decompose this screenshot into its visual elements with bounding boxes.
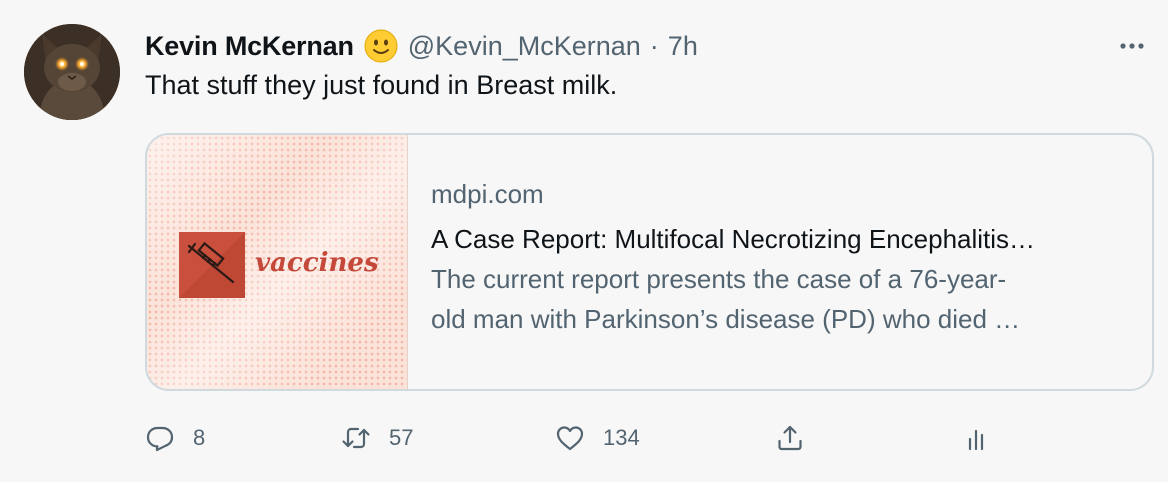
slightly-smiling-face-emoji-icon — [364, 29, 398, 63]
analytics-icon — [968, 429, 984, 451]
avatar[interactable] — [24, 24, 120, 120]
display-name[interactable]: Kevin McKernan — [145, 31, 354, 62]
cat-avatar-image — [24, 24, 120, 120]
tweet-text: That stuff they just found in Breast mil… — [145, 70, 618, 100]
journal-name: vaccines — [255, 248, 379, 278]
like-count: 134 — [603, 425, 640, 450]
reply-count: 8 — [193, 425, 206, 450]
share-button[interactable] — [775, 418, 805, 458]
like-button[interactable]: 134 — [555, 418, 640, 458]
tweet-timestamp[interactable]: 7h — [668, 31, 698, 62]
link-preview-card[interactable]: vaccines mdpi.com A Case Report: Multifo… — [145, 133, 1154, 391]
more-options-button[interactable] — [1116, 30, 1148, 62]
analytics-button[interactable] — [963, 418, 993, 458]
retweet-icon — [342, 427, 370, 449]
user-handle[interactable]: @Kevin_McKernan — [408, 31, 641, 62]
card-description-line: old man with Parkinson’s disease (PD) wh… — [431, 304, 1021, 334]
retweet-button[interactable]: 57 — [341, 418, 413, 458]
card-body: mdpi.com A Case Report: Multifocal Necro… — [431, 177, 1131, 339]
tweet-actions: 8 57 134 — [145, 418, 1045, 458]
more-icon — [1120, 43, 1144, 49]
reply-icon — [146, 426, 174, 452]
retweet-count: 57 — [389, 425, 414, 450]
syringe-logo-icon — [179, 232, 245, 298]
tweet-header: Kevin McKernan @Kevin_McKernan · 7h — [145, 26, 698, 66]
card-thumbnail: vaccines — [147, 135, 408, 389]
share-icon — [778, 425, 802, 451]
tweet: Kevin McKernan @Kevin_McKernan · 7h That… — [0, 0, 1168, 482]
reply-button[interactable]: 8 — [145, 418, 205, 458]
card-title: A Case Report: Multifocal Necrotizing En… — [431, 224, 1036, 254]
card-description: The current report presents the case of … — [431, 259, 1111, 339]
heart-icon — [556, 426, 584, 451]
separator-dot: · — [649, 30, 659, 61]
card-domain: mdpi.com — [431, 179, 544, 209]
card-description-line: The current report presents the case of … — [431, 264, 1007, 294]
